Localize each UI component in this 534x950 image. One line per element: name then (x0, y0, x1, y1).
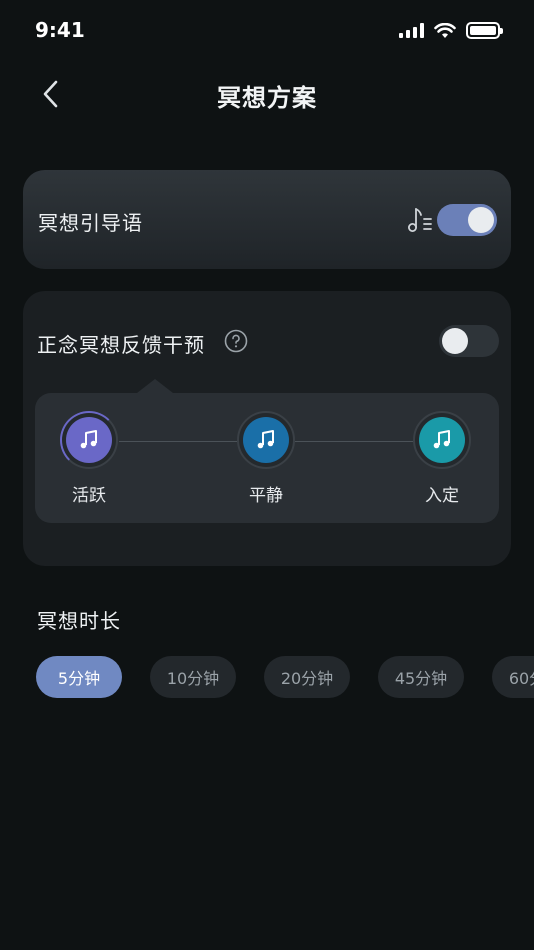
panel-pointer (137, 379, 173, 393)
feedback-states-panel: 活跃 平静 入定 (35, 379, 499, 523)
page-title: 冥想方案 (217, 84, 317, 112)
music-note-icon (433, 430, 450, 449)
toggle-knob (468, 207, 494, 233)
battery-icon (466, 22, 503, 39)
connector-line (119, 441, 237, 442)
status-icons (399, 22, 503, 39)
duration-title: 冥想时长 (37, 609, 121, 633)
state-label: 活跃 (72, 486, 106, 506)
status-time: 9:41 (35, 18, 85, 42)
cellular-signal-icon (399, 23, 424, 38)
music-list-icon[interactable] (405, 205, 435, 235)
feedback-toggle[interactable] (439, 325, 499, 357)
guide-label: 冥想引导语 (38, 211, 143, 235)
music-note-icon (80, 430, 97, 449)
state-label: 平静 (249, 486, 283, 506)
duration-options: 5分钟 10分钟 20分钟 45分钟 60分钟 (36, 656, 534, 698)
duration-chip-10[interactable]: 10分钟 (150, 656, 236, 698)
meditation-plan-screen: 9:41 冥想方案 冥想引导语 正念冥想反馈干预 活跃 平静 入定 冥想时长 5… (0, 0, 534, 950)
help-icon[interactable] (224, 329, 248, 353)
duration-chip-20[interactable]: 20分钟 (264, 656, 350, 698)
duration-chip-5[interactable]: 5分钟 (36, 656, 122, 698)
state-active[interactable]: 活跃 (59, 411, 119, 506)
toggle-knob (442, 328, 468, 354)
duration-chip-60[interactable]: 60分钟 (492, 656, 534, 698)
feedback-card: 正念冥想反馈干预 活跃 平静 入定 (23, 291, 511, 566)
feedback-label: 正念冥想反馈干预 (37, 333, 205, 357)
music-note-icon (257, 430, 274, 449)
guide-card: 冥想引导语 (23, 170, 511, 269)
wifi-icon (434, 22, 456, 38)
state-label: 入定 (425, 486, 459, 506)
connector-line (295, 441, 413, 442)
state-deep[interactable]: 入定 (412, 411, 472, 506)
state-calm[interactable]: 平静 (236, 411, 296, 506)
duration-chip-45[interactable]: 45分钟 (378, 656, 464, 698)
guide-toggle[interactable] (437, 204, 497, 236)
